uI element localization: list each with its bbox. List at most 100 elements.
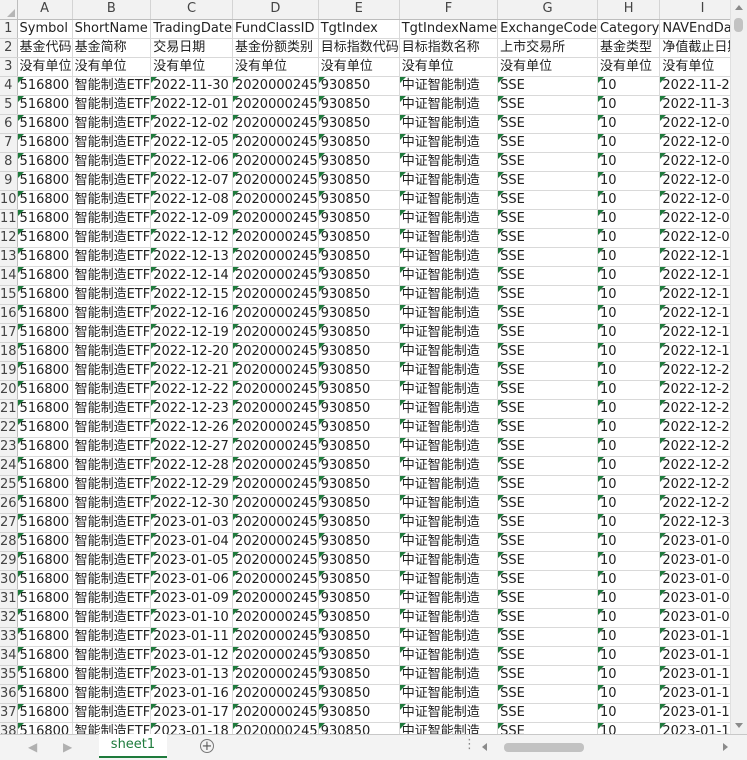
- cell[interactable]: 基金类型: [597, 38, 661, 58]
- cell[interactable]: 基金代码: [17, 38, 73, 58]
- cell[interactable]: 中证智能制造: [399, 133, 499, 153]
- cell[interactable]: 2020000245: [232, 494, 319, 514]
- cell[interactable]: 516800: [17, 722, 73, 734]
- cell[interactable]: 10: [597, 323, 661, 343]
- cell[interactable]: SSE: [497, 703, 598, 723]
- cell[interactable]: 智能制造ETF: [72, 551, 152, 571]
- cell[interactable]: 516800: [17, 684, 73, 704]
- cell[interactable]: 930850: [318, 323, 400, 343]
- cell[interactable]: 目标指数代码: [318, 38, 400, 58]
- cell[interactable]: 2022-12-09: [659, 228, 730, 248]
- cell[interactable]: 930850: [318, 190, 400, 210]
- cell[interactable]: 中证智能制造: [399, 608, 499, 628]
- cell[interactable]: 2023-01-12: [150, 646, 233, 666]
- cell[interactable]: 2022-12-15: [659, 304, 730, 324]
- row-header[interactable]: 20: [0, 380, 18, 400]
- cell[interactable]: 中证智能制造: [399, 114, 499, 134]
- cell[interactable]: FundClassID: [232, 19, 319, 39]
- cell[interactable]: 2020000245: [232, 247, 319, 267]
- cell[interactable]: 930850: [318, 247, 400, 267]
- scroll-right-arrow-icon[interactable]: [723, 743, 728, 751]
- scroll-up-arrow-icon[interactable]: [735, 5, 743, 10]
- cell[interactable]: 516800: [17, 532, 73, 552]
- cell[interactable]: SSE: [497, 513, 598, 533]
- cell[interactable]: 2023-01-03: [150, 513, 233, 533]
- cell[interactable]: 2022-12-26: [659, 437, 730, 457]
- row-header[interactable]: 6: [0, 114, 18, 134]
- row-header[interactable]: 15: [0, 285, 18, 305]
- cell[interactable]: 智能制造ETF: [72, 608, 152, 628]
- cell[interactable]: SSE: [497, 627, 598, 647]
- cell[interactable]: 930850: [318, 76, 400, 96]
- cell[interactable]: 2023-01-03: [659, 532, 730, 552]
- cell-table[interactable]: ABCDEFGHIJ 1SymbolShortNameTradingDateFu…: [0, 0, 730, 734]
- cell[interactable]: 10: [597, 114, 661, 134]
- cell[interactable]: SSE: [497, 228, 598, 248]
- row-header[interactable]: 24: [0, 456, 18, 476]
- cell[interactable]: 2022-11-30: [150, 76, 233, 96]
- cell[interactable]: 2020000245: [232, 665, 319, 685]
- cell[interactable]: 930850: [318, 399, 400, 419]
- cell[interactable]: SSE: [497, 494, 598, 514]
- cell[interactable]: SSE: [497, 665, 598, 685]
- vertical-scrollbar[interactable]: [730, 0, 747, 734]
- row-header[interactable]: 35: [0, 665, 18, 685]
- cell[interactable]: 930850: [318, 646, 400, 666]
- cell[interactable]: 2020000245: [232, 456, 319, 476]
- cell[interactable]: 智能制造ETF: [72, 323, 152, 343]
- scroll-left-arrow-icon[interactable]: [482, 743, 487, 751]
- cell[interactable]: 2022-12-08: [150, 190, 233, 210]
- cell[interactable]: 中证智能制造: [399, 190, 499, 210]
- row-header[interactable]: 19: [0, 361, 18, 381]
- cell[interactable]: SSE: [497, 266, 598, 286]
- cell[interactable]: 516800: [17, 133, 73, 153]
- horizontal-scrollbar[interactable]: [480, 739, 730, 755]
- cell[interactable]: 中证智能制造: [399, 266, 499, 286]
- cell[interactable]: 没有单位: [17, 57, 73, 77]
- cell[interactable]: 930850: [318, 608, 400, 628]
- row-header[interactable]: 13: [0, 247, 18, 267]
- cell[interactable]: 中证智能制造: [399, 323, 499, 343]
- row-header[interactable]: 32: [0, 608, 18, 628]
- cell[interactable]: 智能制造ETF: [72, 361, 152, 381]
- cell[interactable]: 2020000245: [232, 209, 319, 229]
- row-header[interactable]: 12: [0, 228, 18, 248]
- cell[interactable]: 2022-12-22: [659, 399, 730, 419]
- cell[interactable]: 2023-01-17: [150, 703, 233, 723]
- cell[interactable]: SSE: [497, 475, 598, 495]
- cell[interactable]: SSE: [497, 171, 598, 191]
- cell[interactable]: 智能制造ETF: [72, 304, 152, 324]
- cell[interactable]: 2020000245: [232, 304, 319, 324]
- cell[interactable]: 2023-01-12: [659, 665, 730, 685]
- row-header[interactable]: 18: [0, 342, 18, 362]
- cell[interactable]: 智能制造ETF: [72, 342, 152, 362]
- cell[interactable]: 2020000245: [232, 114, 319, 134]
- cell[interactable]: 2022-12-20: [150, 342, 233, 362]
- row-header[interactable]: 30: [0, 570, 18, 590]
- cell[interactable]: 中证智能制造: [399, 589, 499, 609]
- cell[interactable]: 930850: [318, 342, 400, 362]
- column-header-f[interactable]: F: [399, 0, 499, 20]
- cell[interactable]: 2020000245: [232, 266, 319, 286]
- cell[interactable]: 2023-01-04: [150, 532, 233, 552]
- vertical-scroll-thumb[interactable]: [734, 18, 743, 32]
- cell[interactable]: 智能制造ETF: [72, 247, 152, 267]
- cell[interactable]: 2023-01-09: [659, 608, 730, 628]
- cell[interactable]: 智能制造ETF: [72, 399, 152, 419]
- cell[interactable]: 2023-01-10: [659, 627, 730, 647]
- cell[interactable]: SSE: [497, 76, 598, 96]
- cell[interactable]: SSE: [497, 209, 598, 229]
- cell[interactable]: 2023-01-05: [659, 570, 730, 590]
- row-header[interactable]: 28: [0, 532, 18, 552]
- cell[interactable]: 2020000245: [232, 152, 319, 172]
- scroll-down-arrow-icon[interactable]: [735, 723, 743, 728]
- cell[interactable]: 2020000245: [232, 646, 319, 666]
- row-header[interactable]: 22: [0, 418, 18, 438]
- cell[interactable]: SSE: [497, 361, 598, 381]
- cell[interactable]: 2023-01-18: [150, 722, 233, 734]
- cell[interactable]: 516800: [17, 152, 73, 172]
- cell[interactable]: 516800: [17, 228, 73, 248]
- cell[interactable]: 2022-12-27: [150, 437, 233, 457]
- cell[interactable]: 2022-12-29: [150, 475, 233, 495]
- cell[interactable]: 10: [597, 646, 661, 666]
